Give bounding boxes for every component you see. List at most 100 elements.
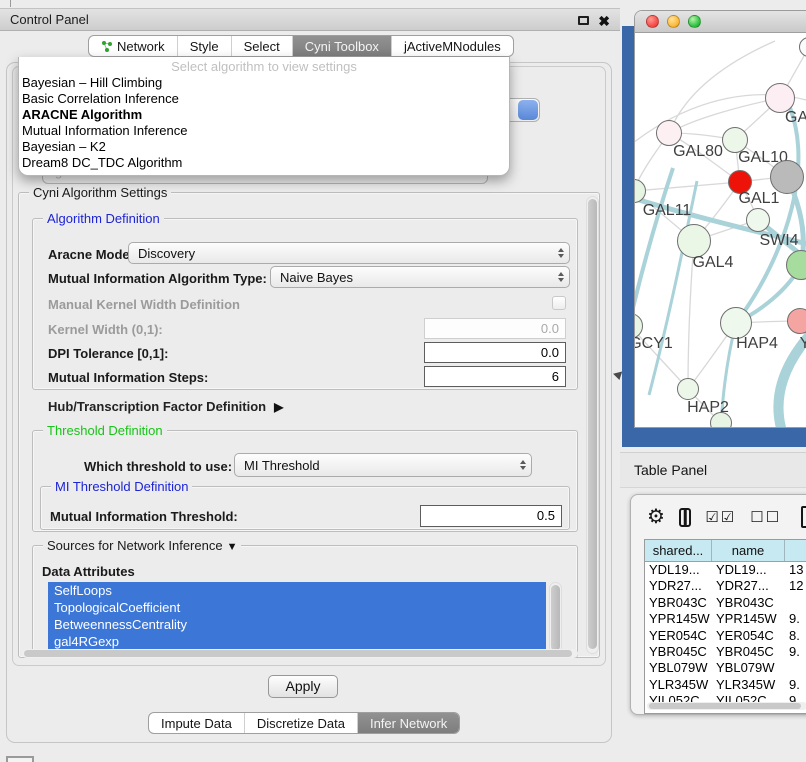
table-cell[interactable]: YER054C <box>645 628 712 644</box>
table-cell[interactable]: YDL19... <box>645 562 712 578</box>
table-cell[interactable] <box>785 660 806 676</box>
column-header[interactable] <box>785 540 806 561</box>
table-row[interactable]: YER054CYER054C8. <box>645 628 806 644</box>
table-cell[interactable]: YBL079W <box>645 660 712 676</box>
table-row[interactable]: YPR145WYPR145W9. <box>645 611 806 627</box>
minimize-traffic-light-icon[interactable] <box>667 15 680 28</box>
tab-network[interactable]: Network <box>89 36 178 56</box>
mi-type-combobox[interactable]: Naive Bayes <box>270 266 570 288</box>
table-cell[interactable]: YPR145W <box>712 611 785 627</box>
dropdown-item[interactable]: Basic Correlation Inference <box>19 91 509 107</box>
node-label: Y <box>800 335 806 353</box>
dropdown-item[interactable]: Mutual Information Inference <box>19 123 509 139</box>
aracne-mode-value: Discovery <box>138 246 195 261</box>
hub-definition-toggle[interactable]: Hub/Transcription Factor Definition▶ <box>48 399 283 414</box>
table-row[interactable]: YBR043CYBR043C <box>645 595 806 611</box>
tab-impute-data[interactable]: Impute Data <box>149 713 245 733</box>
table-cell[interactable]: YPR145W <box>645 611 712 627</box>
network-node[interactable] <box>770 160 804 194</box>
tab-style[interactable]: Style <box>178 36 232 56</box>
mi-steps-field[interactable]: 6 <box>424 366 566 387</box>
tab-discretize-data[interactable]: Discretize Data <box>245 713 358 733</box>
table-cell[interactable]: YDL19... <box>712 562 785 578</box>
node-label: GAL <box>785 109 806 127</box>
table-cell[interactable]: 9. <box>785 677 806 693</box>
deselect-all-rows-icon[interactable]: ☐☐ <box>750 508 781 526</box>
tab-cyni-toolbox[interactable]: Cyni Toolbox <box>293 36 392 56</box>
split-columns-icon[interactable] <box>679 508 691 527</box>
table-cell[interactable]: YBR045C <box>712 644 785 660</box>
table-cell[interactable]: 9. <box>785 644 806 660</box>
dpi-tolerance-field[interactable]: 0.0 <box>424 342 566 363</box>
select-all-rows-icon[interactable]: ☑☑ <box>705 508 736 526</box>
table-cell[interactable]: YER054C <box>712 628 785 644</box>
table-cell[interactable]: YLR345W <box>712 677 785 693</box>
which-threshold-combobox[interactable]: MI Threshold <box>234 453 532 477</box>
scrollbar-thumb[interactable] <box>24 650 572 657</box>
mi-threshold-field[interactable]: 0.5 <box>420 505 562 527</box>
network-node[interactable] <box>710 412 732 427</box>
column-header[interactable]: name <box>712 540 785 561</box>
settings-horizontal-scrollbar[interactable] <box>22 649 578 658</box>
tab-label: Style <box>190 39 219 54</box>
scrollbar-thumb[interactable] <box>649 703 801 709</box>
dropdown-item[interactable]: Bayesian – Hill Climbing <box>19 75 509 91</box>
document-icon[interactable] <box>801 506 806 528</box>
sources-title-text: Sources for Network Inference <box>47 538 223 553</box>
table-cell[interactable]: YDR27... <box>712 578 785 594</box>
table-row[interactable]: YBR045CYBR045C9. <box>645 644 806 660</box>
table-cell[interactable]: YBR043C <box>712 595 785 611</box>
attribute-list-item[interactable]: BetweennessCentrality <box>48 616 546 633</box>
float-window-icon[interactable] <box>578 16 589 25</box>
attribute-list-item[interactable]: gal4RGexp <box>48 633 546 650</box>
table-toolbar: ⚙ ☑☑ ☐☐ <box>631 495 806 539</box>
close-traffic-light-icon[interactable] <box>646 15 659 28</box>
settings-vertical-scrollbar[interactable] <box>586 196 599 654</box>
column-header[interactable]: shared... <box>645 540 712 561</box>
node-label: GAL80 <box>673 143 723 161</box>
zoom-traffic-light-icon[interactable] <box>688 15 701 28</box>
attributes-vertical-scrollbar[interactable] <box>549 582 562 654</box>
stepper-icon <box>558 248 564 258</box>
dropdown-item[interactable]: Dream8 DC_TDC Algorithm <box>19 155 509 171</box>
table-row[interactable]: YDR27...YDR27...12 <box>645 578 806 594</box>
network-node-gal4[interactable] <box>677 224 711 258</box>
attribute-list-item[interactable]: TopologicalCoefficient <box>48 599 546 616</box>
table-row[interactable]: YLR345WYLR345W9. <box>645 677 806 693</box>
apply-button[interactable]: Apply <box>268 675 338 698</box>
sources-title[interactable]: Sources for Network Inference▼ <box>43 538 241 553</box>
table-cell[interactable]: YBR045C <box>645 644 712 660</box>
dropdown-item[interactable]: ARACNE Algorithm <box>19 107 509 123</box>
scrollbar-thumb[interactable] <box>551 585 560 651</box>
gear-icon[interactable]: ⚙ <box>647 507 665 527</box>
close-panel-icon[interactable]: ✖ <box>598 14 610 28</box>
tab-label: Discretize Data <box>257 716 345 731</box>
aracne-mode-combobox[interactable]: Discovery <box>128 242 570 264</box>
tab-infer-network[interactable]: Infer Network <box>358 713 459 733</box>
table-cell[interactable]: 12 <box>785 578 806 594</box>
table-cell[interactable]: YBR043C <box>645 595 712 611</box>
attribute-list-item[interactable]: SelfLoops <box>48 582 546 599</box>
manual-kernel-checkbox[interactable] <box>552 296 566 310</box>
table-row[interactable]: YBL079WYBL079W <box>645 660 806 676</box>
network-node-y[interactable] <box>787 308 806 334</box>
network-canvas[interactable]: GALGAL80GAL10GAL1GAL11SWI4GAL4GCY1HAP4YH… <box>635 33 806 427</box>
table-cell[interactable]: YBL079W <box>712 660 785 676</box>
table-row[interactable]: YDL19...YDL19...13 <box>645 562 806 578</box>
table-cell[interactable]: 13 <box>785 562 806 578</box>
table-cell[interactable]: YDR27... <box>645 578 712 594</box>
table-horizontal-scrollbar[interactable] <box>647 702 806 710</box>
which-threshold-value: MI Threshold <box>244 458 320 473</box>
tab-select[interactable]: Select <box>232 36 293 56</box>
manual-kernel-label: Manual Kernel Width Definition <box>48 297 240 312</box>
network-node-swi4[interactable] <box>746 208 770 232</box>
table-cell[interactable]: YLR345W <box>645 677 712 693</box>
table-cell[interactable]: 8. <box>785 628 806 644</box>
dropdown-item[interactable]: Bayesian – K2 <box>19 139 509 155</box>
table-cell[interactable]: 9. <box>785 611 806 627</box>
tab-jactivemnodules[interactable]: jActiveMNodules <box>392 36 513 56</box>
table-cell[interactable] <box>785 595 806 611</box>
network-node-hap2[interactable] <box>677 378 699 400</box>
scrollbar-thumb[interactable] <box>588 199 597 649</box>
kernel-width-field[interactable]: 0.0 <box>424 318 566 339</box>
